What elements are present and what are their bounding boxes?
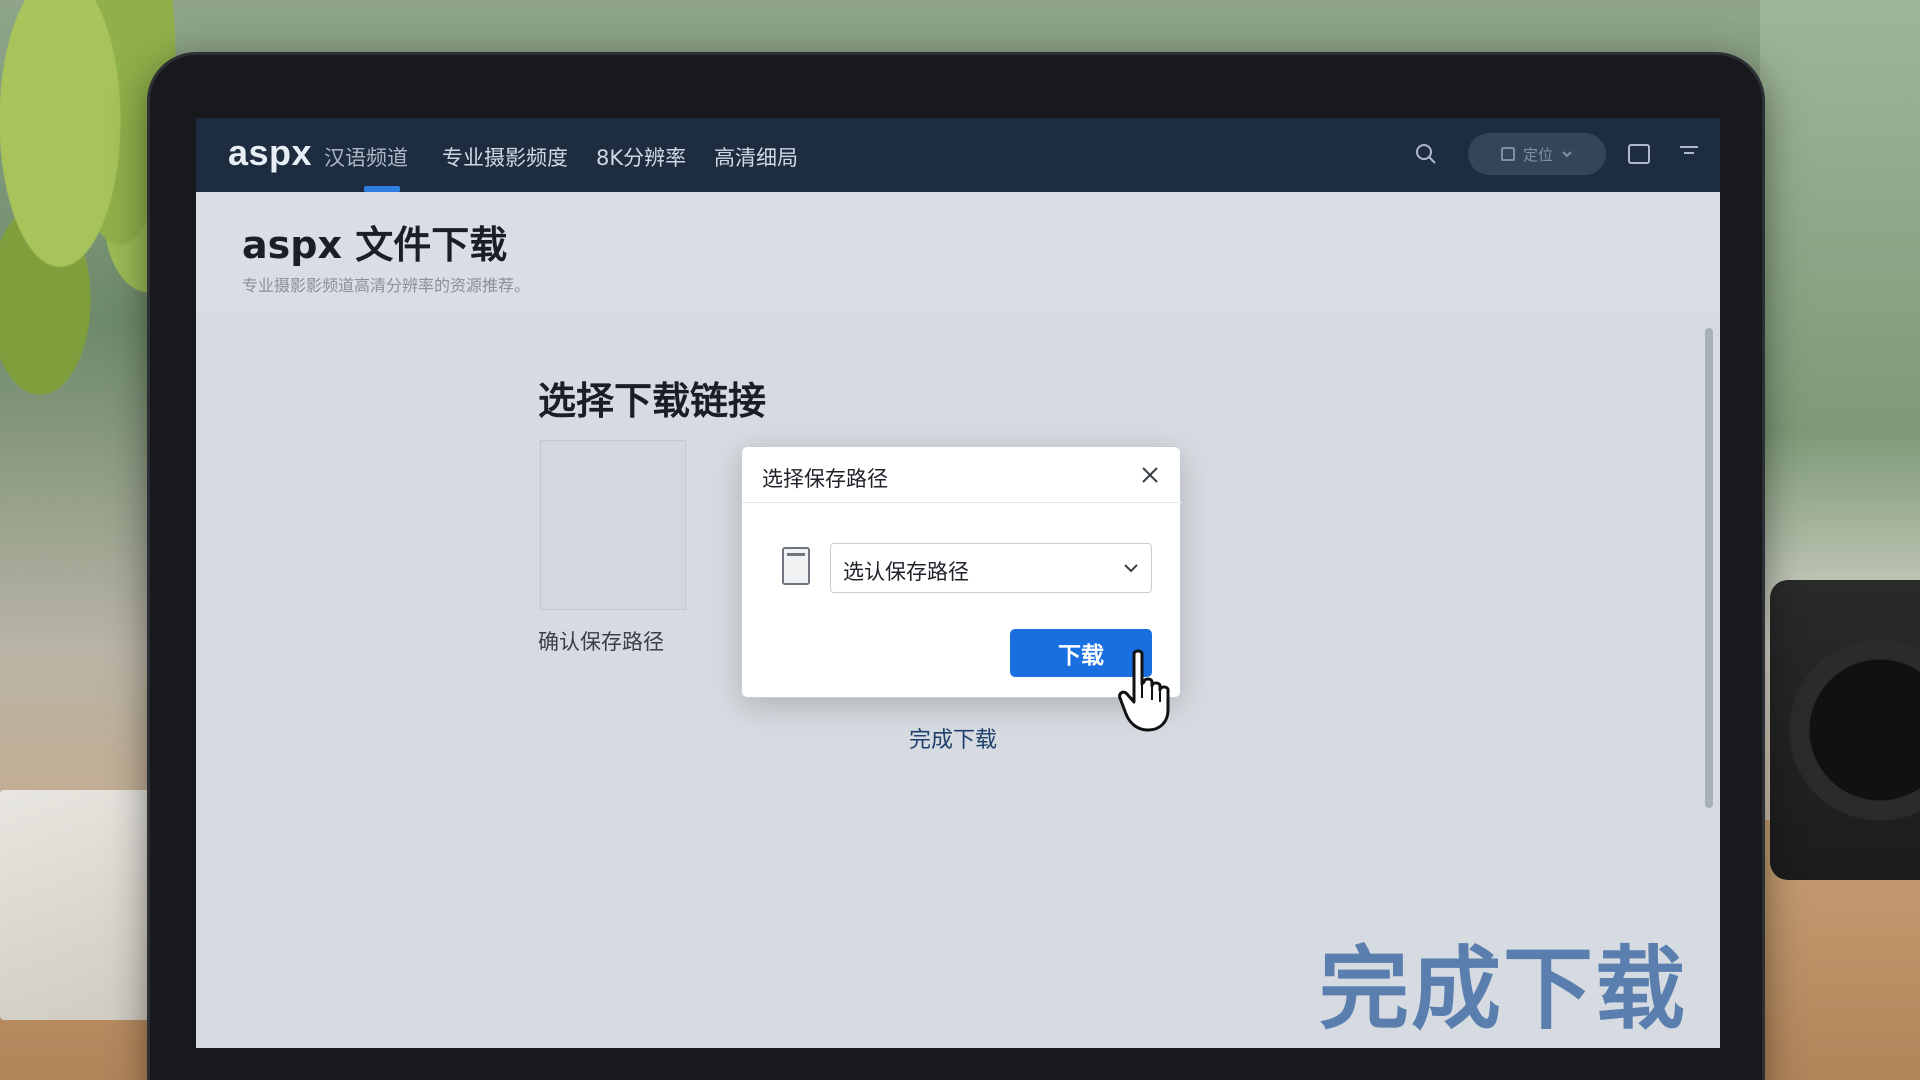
dialog-header: 选择保存路径 (742, 447, 1182, 503)
square-mini-icon (1500, 147, 1515, 161)
file-preview-box (540, 440, 686, 610)
book-background (0, 790, 150, 1020)
page-title: aspx 文件下载 (242, 223, 508, 267)
nav-item-pro-photo[interactable]: 专业摄影频度 (442, 142, 568, 172)
search-icon[interactable] (1414, 142, 1438, 166)
chevron-down-icon (1562, 151, 1572, 158)
top-navigation-bar: aspx 汉语频道 专业摄影频度 8K分辨率 高清细局 定位 (196, 118, 1720, 192)
nav-item-hd[interactable]: 高清细局 (714, 142, 798, 172)
window-square-icon[interactable] (1628, 144, 1650, 164)
select-value: 选认保存路径 (843, 560, 969, 584)
cursor-hand-icon (1118, 649, 1170, 732)
nav-item-channel[interactable]: 汉语频道 (324, 142, 408, 172)
dialog-title: 选择保存路径 (762, 467, 888, 491)
preview-label: 确认保存路径 (538, 630, 664, 654)
close-icon[interactable] (1136, 461, 1164, 489)
content-title: 选择下载链接 (538, 379, 767, 423)
menu-icon[interactable] (1678, 142, 1700, 164)
file-icon (782, 547, 810, 585)
page-subtitle: 专业摄影影频道高清分辨率的资源推荐。 (242, 276, 531, 295)
save-path-select[interactable]: 选认保存路径 (830, 543, 1152, 593)
done-download-link[interactable]: 完成下载 (909, 722, 997, 754)
location-pill-button[interactable]: 定位 (1468, 133, 1606, 175)
save-path-dialog: 选择保存路径 选认保存路径 下载 (741, 446, 1182, 698)
pill-button-label: 定位 (1522, 145, 1553, 164)
laptop-screen: aspx 汉语频道 专业摄影频度 8K分辨率 高清细局 定位 aspx 文件下载… (196, 118, 1720, 1048)
chevron-down-icon (1124, 564, 1138, 573)
camera-background (1770, 580, 1920, 880)
app-logo[interactable]: aspx (228, 132, 312, 174)
page-header: aspx 文件下载 专业摄影影频道高清分辨率的资源推荐。 (196, 192, 1720, 314)
vertical-scrollbar[interactable] (1705, 328, 1713, 808)
nav-item-8k[interactable]: 8K分辨率 (596, 142, 686, 172)
overlay-caption: 完成下载 (1319, 937, 1687, 1042)
